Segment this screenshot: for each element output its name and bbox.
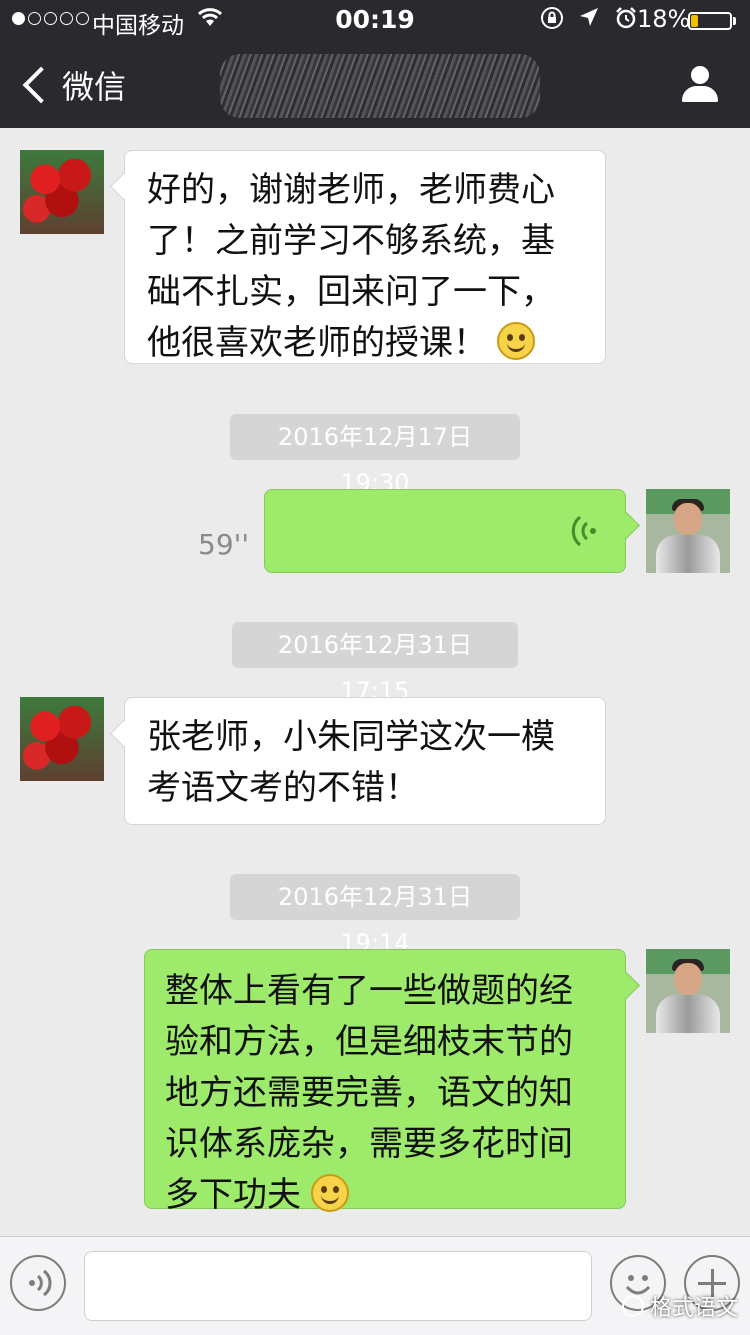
rotation-lock-icon (541, 7, 563, 29)
message-input[interactable] (84, 1251, 592, 1321)
incoming-message-bubble[interactable]: 张老师，小朱同学这次一模考语文考的不错！ (124, 697, 606, 825)
message-text: 张老师，小朱同学这次一模考语文考的不错！ (147, 717, 555, 808)
message-text: 好的，谢谢老师，老师费心了！之前学习不够系统，基础不扎实，回来问了一下，他很喜欢… (147, 170, 555, 363)
top-bar: 中国移动 00:19 18% 微信 (0, 0, 750, 128)
incoming-message-bubble[interactable]: 好的，谢谢老师，老师费心了！之前学习不够系统，基础不扎实，回来问了一下，他很喜欢… (124, 150, 606, 364)
status-bar: 中国移动 00:19 18% (0, 0, 750, 40)
outgoing-voice-message[interactable] (264, 489, 626, 573)
conversation-title-redacted (220, 54, 540, 118)
blush-emoji-icon (311, 1174, 349, 1212)
message-timestamp: 2016年12月31日 19:14 (230, 874, 520, 957)
back-button[interactable]: 微信 (16, 60, 126, 110)
voice-duration: 59'' (198, 528, 250, 561)
my-avatar[interactable] (646, 489, 730, 573)
contact-avatar[interactable] (20, 697, 104, 781)
wechat-official-account-icon (622, 1295, 644, 1317)
battery-percent: 18% (637, 5, 691, 33)
message-text: 整体上看有了一些做题的经验和方法，但是细枝末节的地方还需要完善，语文的知识体系庞… (165, 971, 573, 1215)
battery-icon (688, 12, 732, 30)
smile-emoji-icon (497, 322, 535, 360)
navigation-bar: 微信 (0, 40, 750, 128)
voice-input-button[interactable] (10, 1255, 66, 1311)
outgoing-message-bubble[interactable]: 整体上看有了一些做题的经验和方法，但是细枝末节的地方还需要完善，语文的知识体系庞… (144, 949, 626, 1215)
voice-icon (29, 1269, 52, 1297)
contact-avatar[interactable] (20, 150, 104, 234)
contact-profile-button[interactable] (680, 64, 720, 104)
watermark-text: 格式语文 (650, 1296, 739, 1321)
back-label: 微信 (62, 68, 127, 106)
message-timestamp: 2016年12月31日 17:15 (232, 622, 518, 705)
chevron-left-icon (22, 66, 60, 104)
alarm-icon (616, 7, 636, 29)
watermark: 格式语文 (622, 1290, 738, 1322)
location-icon (580, 8, 598, 26)
message-timestamp: 2016年12月17日 19:30 (230, 414, 520, 497)
voice-wave-icon (571, 515, 596, 547)
my-avatar[interactable] (646, 949, 730, 1033)
person-icon (691, 66, 709, 84)
